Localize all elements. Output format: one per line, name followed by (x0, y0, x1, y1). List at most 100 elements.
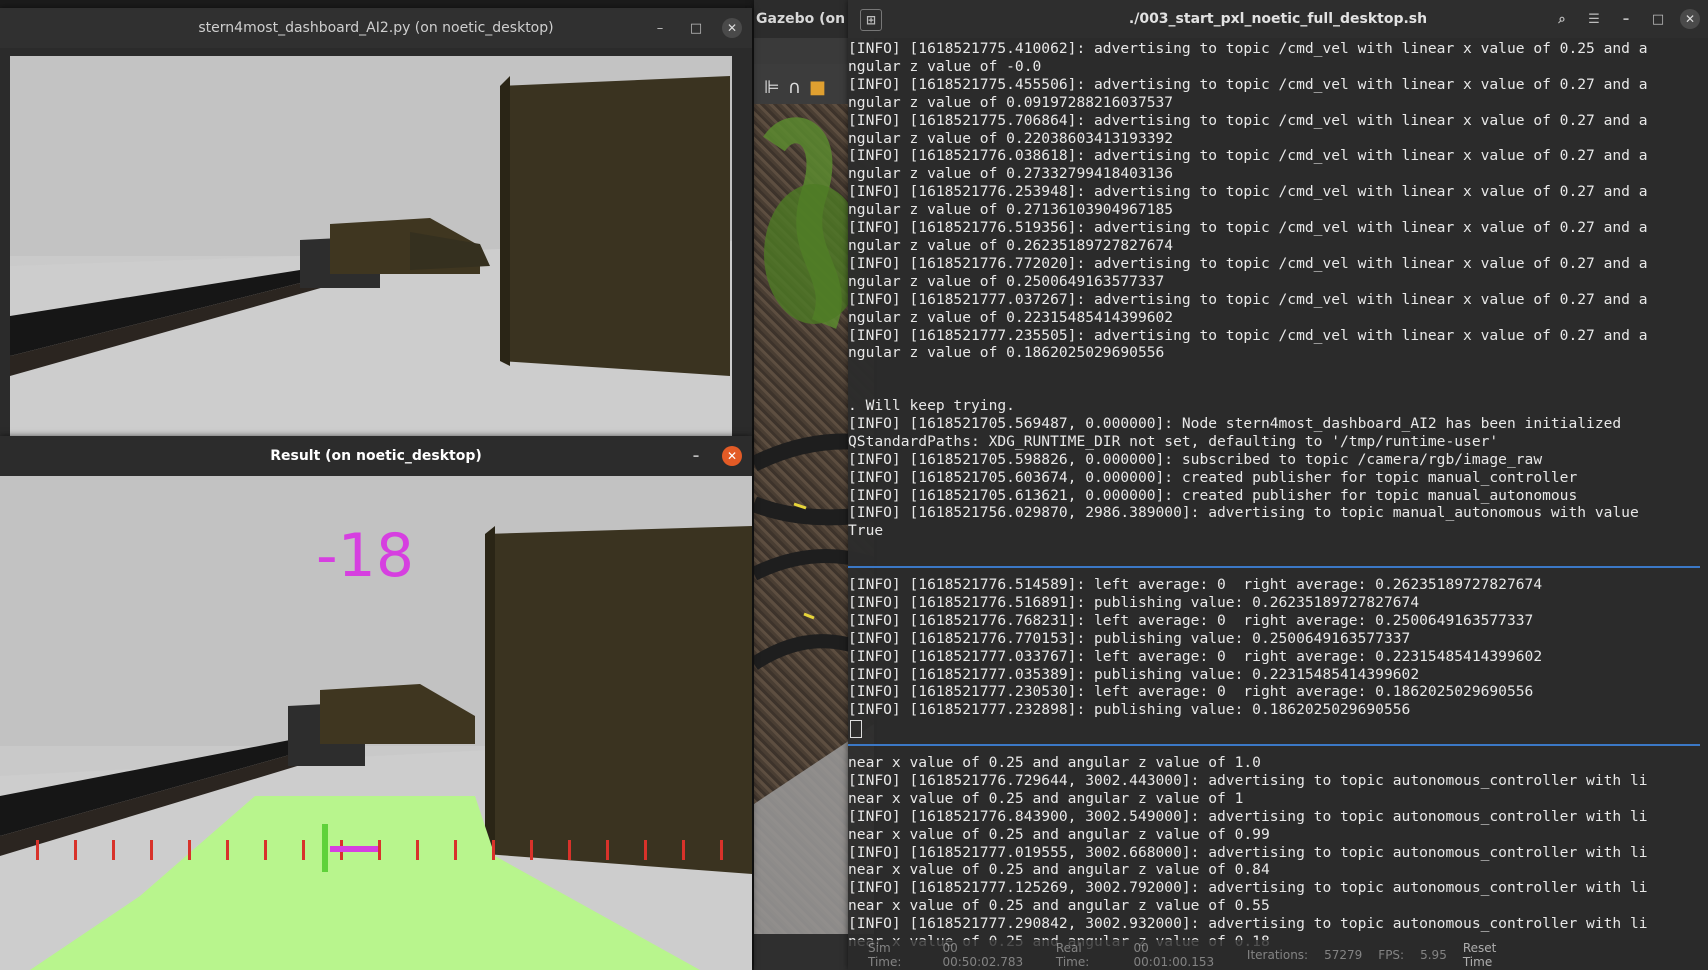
real-time-label: Real Time: (1055, 941, 1090, 969)
gazebo-sim-statusbar: Sim Time: 00 00:50:02.783 Real Time: 00 … (848, 940, 1708, 970)
terminal-line: [INFO] [1618521777.125269, 3002.792000]:… (848, 879, 1648, 897)
terminal-line: near x value of 0.25 and angular z value… (848, 754, 1261, 771)
minimize-button[interactable]: – (650, 18, 670, 38)
fps-label: FPS: (1378, 948, 1405, 962)
terminal-line: [INFO] [1618521777.235505]: advertising … (848, 326, 1648, 344)
terminal-cursor (850, 718, 862, 738)
terminal-line: [INFO] [1618521705.598826, 0.000000]: su… (848, 450, 1543, 468)
terminal-line: near x value of 0.25 and angular z value… (848, 897, 1270, 915)
terminal-line: [INFO] [1618521756.029870, 2986.389000]:… (848, 504, 1639, 522)
terminal-pane-node-init[interactable]: . Will keep trying. [INFO] [1618521705.56… (848, 397, 1700, 547)
reset-time-button[interactable]: Reset Time (1463, 941, 1528, 969)
sim-time-value: 00 00:50:02.783 (942, 941, 1024, 969)
terminal-pane-autonomous[interactable]: near x value of 0.25 and angular z value… (848, 754, 1700, 950)
terminal-line: ngular z value of 0.27136103904967185 (848, 201, 1174, 219)
terminal-line: [INFO] [1618521777.230530]: left average… (848, 683, 1534, 701)
terminal-line: [INFO] [1618521705.569487, 0.000000]: No… (848, 414, 1622, 432)
terminal-line: [INFO] [1618521777.037267]: advertising … (848, 290, 1648, 308)
terminal-line: ngular z value of 0.22315485414399602 (848, 308, 1174, 326)
tick-mark (112, 840, 115, 860)
terminal-pane-cmd-vel[interactable]: [INFO] [1618521775.410062]: advertising … (848, 40, 1700, 370)
iterations-value: 57279 (1324, 948, 1363, 962)
terminal-line: [INFO] [1618521776.514589]: left average… (848, 576, 1543, 593)
terminal-line: ngular z value of 0.22038603413193392 (848, 129, 1174, 147)
maximize-button[interactable]: □ (686, 18, 706, 38)
real-time-value: 00 00:01:00.153 (1133, 941, 1215, 969)
terminal-line: near x value of 0.25 and angular z value… (848, 789, 1244, 807)
tick-mark (454, 840, 457, 860)
center-marker (322, 824, 328, 872)
terminal-line: near x value of 0.25 and angular z value… (848, 861, 1270, 879)
terminal-window: ⊞ ./003_start_pxl_noetic_full_desktop.sh… (848, 0, 1708, 970)
dashboard-title: stern4most_dashboard_AI2.py (on noetic_d… (198, 20, 554, 36)
terminal-line: [INFO] [1618521705.603674, 0.000000]: cr… (848, 468, 1578, 486)
terminal-line: [INFO] [1618521775.410062]: advertising … (848, 40, 1648, 57)
terminal-line: [INFO] [1618521777.019555, 3002.668000]:… (848, 843, 1648, 861)
dashboard-window: stern4most_dashboard_AI2.py (on noetic_d… (0, 8, 752, 448)
fps-value: 5.95 (1420, 948, 1447, 962)
terminal-line: [INFO] [1618521775.706864]: advertising … (848, 111, 1648, 129)
maximize-button[interactable]: □ (1648, 9, 1668, 29)
terminal-line: [INFO] [1618521776.253948]: advertising … (848, 183, 1648, 201)
pane-divider[interactable] (848, 566, 1700, 568)
terminal-line: [INFO] [1618521776.038618]: advertising … (848, 147, 1648, 165)
terminal-line: [INFO] [1618521776.519356]: advertising … (848, 219, 1648, 237)
paint-icon[interactable]: ■ (809, 77, 826, 98)
tick-mark (720, 840, 723, 860)
close-button[interactable]: ✕ (722, 446, 742, 466)
search-icon[interactable]: ⌕ (1552, 9, 1572, 29)
terminal-line: [INFO] [1618521776.729644, 3002.443000]:… (848, 771, 1648, 789)
terminal-line: . Will keep trying. (848, 397, 1015, 414)
result-titlebar: Result (on noetic_desktop) – ✕ (0, 436, 752, 476)
tick-mark (644, 840, 647, 860)
terminal-line: [INFO] [1618521776.516891]: publishing v… (848, 593, 1420, 611)
tick-mark (492, 840, 495, 860)
terminal-line: ngular z value of 0.1862025029690556 (848, 344, 1165, 362)
terminal-line: ngular z value of 0.27332799418403136 (848, 165, 1174, 183)
tick-mark (606, 840, 609, 860)
steering-value: -18 (316, 521, 414, 591)
hamburger-menu-icon[interactable]: ☰ (1584, 9, 1604, 29)
terminal-line: [INFO] [1618521776.768231]: left average… (848, 611, 1534, 629)
result-view: -18 (0, 476, 752, 970)
terminal-line: [INFO] [1618521775.455506]: advertising … (848, 75, 1648, 93)
tick-mark (568, 840, 571, 860)
tick-mark (416, 840, 419, 860)
steering-bar (330, 846, 378, 852)
tick-mark (36, 840, 39, 860)
terminal-pane-averages[interactable]: [INFO] [1618521776.514589]: left average… (848, 576, 1700, 736)
tick-mark (682, 840, 685, 860)
close-button[interactable]: ✕ (1680, 9, 1700, 29)
tick-mark (264, 840, 267, 860)
sim-time-label: Sim Time: (868, 941, 902, 969)
magnet-icon[interactable]: ∩ (788, 77, 801, 98)
terminal-titlebar: ⊞ ./003_start_pxl_noetic_full_desktop.sh… (848, 0, 1708, 38)
terminal-line: [INFO] [1618521776.772020]: advertising … (848, 254, 1648, 272)
minimize-button[interactable]: – (686, 446, 706, 466)
tick-mark (530, 840, 533, 860)
tick-mark (226, 840, 229, 860)
terminal-line: [INFO] [1618521777.290842, 3002.932000]:… (848, 915, 1648, 933)
pane-divider[interactable] (848, 744, 1700, 746)
new-tab-icon[interactable]: ⊞ (860, 9, 882, 31)
terminal-line: ngular z value of 0.2500649163577337 (848, 272, 1165, 290)
terminal-line: near x value of 0.25 and angular z value… (848, 825, 1270, 843)
terminal-line: True (848, 522, 884, 540)
terminal-line: [INFO] [1618521777.033767]: left average… (848, 647, 1543, 665)
result-title: Result (on noetic_desktop) (270, 448, 482, 464)
minimize-button[interactable]: – (1616, 9, 1636, 29)
terminal-line: ngular z value of 0.26235189727827674 (848, 236, 1174, 254)
camera-view (10, 56, 732, 448)
tick-mark (302, 840, 305, 860)
tick-mark (378, 840, 381, 860)
tick-mark (188, 840, 191, 860)
close-button[interactable]: ✕ (722, 18, 742, 38)
terminal-line: ngular z value of 0.09197288216037537 (848, 93, 1174, 111)
terminal-line: ngular z value of -0.0 (848, 57, 1042, 75)
terminal-line: [INFO] [1618521776.770153]: publishing v… (848, 629, 1411, 647)
terminal-line: [INFO] [1618521776.843900, 3002.549000]:… (848, 807, 1648, 825)
terminal-line: [INFO] [1618521777.035389]: publishing v… (848, 665, 1420, 683)
terminal-title: ./003_start_pxl_noetic_full_desktop.sh (1128, 11, 1428, 27)
align-icon[interactable]: ⊫ (764, 77, 780, 98)
terminal-line: [INFO] [1618521777.232898]: publishing v… (848, 701, 1411, 719)
